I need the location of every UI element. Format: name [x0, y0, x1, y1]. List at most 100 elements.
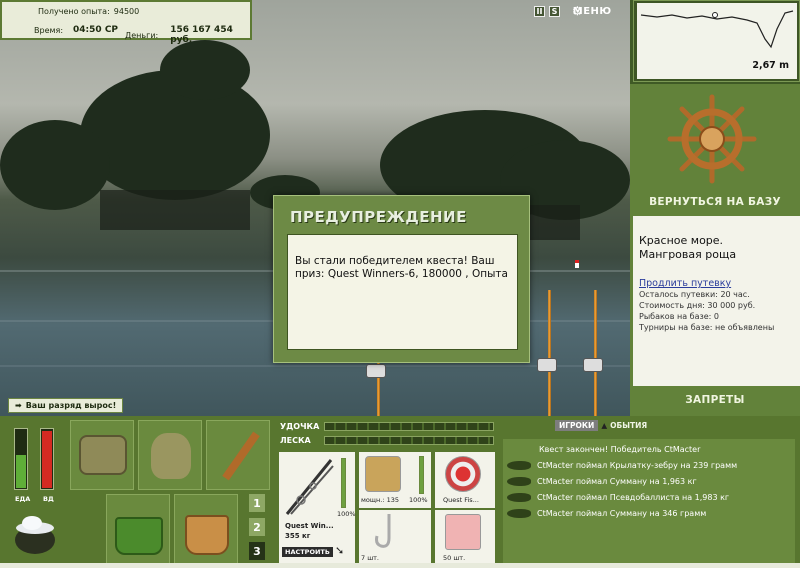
- dialog-title: ПРЕДУПРЕЖДЕНИЕ: [290, 208, 467, 226]
- top-controls: II S ⚙ МЕНЮ: [534, 4, 612, 18]
- log-tabs: ИГРОКИ ▲ ОБЫТИЯ: [555, 420, 647, 431]
- depth-panel: 2,67 m: [633, 0, 800, 82]
- time-value: 04:50 СР: [73, 25, 119, 35]
- mangrove-roots: [100, 190, 250, 230]
- fishing-rod[interactable]: [548, 290, 551, 416]
- fish-icon: [507, 509, 531, 518]
- cauldron-icon[interactable]: [10, 508, 60, 558]
- bait-count: 50 шт.: [443, 554, 466, 562]
- wooden-bucket-icon: [185, 515, 229, 555]
- vodka-meter: [40, 428, 54, 490]
- trip-remaining: Осталось путевки: 20 час.: [639, 290, 750, 299]
- rod-reel[interactable]: [537, 358, 557, 372]
- vegetable-basket-icon: [115, 517, 163, 555]
- base-panel: ВЕРНУТЬСЯ НА БАЗУ Красное море. Мангрова…: [630, 84, 800, 416]
- inventory-slot-food[interactable]: [106, 494, 170, 564]
- experience-label: Получено опыта:: [38, 7, 110, 16]
- triangle-up-icon: ▲: [601, 421, 608, 430]
- fishing-rod[interactable]: [594, 290, 597, 416]
- float-position-marker: [712, 12, 718, 18]
- log-entry-text: CtMacter поймал Псевдобаллиста на 1,983 …: [537, 493, 730, 502]
- bans-button[interactable]: ЗАПРЕТЫ: [630, 394, 800, 406]
- food-label: ЕДА: [15, 495, 31, 503]
- rod-status-row: УДОЧКА: [280, 422, 494, 431]
- log-entry: CtMacter поймал Псевдобаллиста на 1,983 …: [507, 493, 729, 502]
- food-level: [16, 455, 26, 488]
- backpack-icon: [79, 435, 127, 475]
- log-entry: CtMacter поймал Крылатку-зебру на 239 гр…: [507, 461, 737, 470]
- water-glint: [0, 365, 630, 367]
- line-card[interactable]: Quest Fis...: [435, 452, 495, 508]
- experience-value: 94500: [113, 7, 140, 16]
- hook-count: 7 шт.: [361, 554, 380, 562]
- vodka-label: ВД: [43, 495, 54, 503]
- log-entry-text: CtMacter поймал Сумману на 346 грамм: [537, 509, 707, 518]
- money-label: Деньги:: [125, 30, 159, 40]
- bait-card[interactable]: 50 шт.: [435, 510, 495, 564]
- log-entry-text: CtMacter поймал Сумману на 1,963 кг: [537, 477, 697, 486]
- line-tension-bar: [324, 436, 494, 445]
- reel-power: мощн.: 135: [361, 496, 399, 504]
- food-meter: [14, 428, 28, 490]
- arrow-down-right-icon[interactable]: ➘: [335, 544, 344, 557]
- reel-card[interactable]: мощн.: 135 100%: [359, 452, 431, 508]
- bait-icon: [445, 514, 481, 550]
- log-entry: CtMacter поймал Сумману на 346 грамм: [507, 509, 706, 518]
- rod-card[interactable]: 100% Quest Win... 355 кг НАСТРОИТЬ ➘: [279, 452, 356, 565]
- float-bobber: [575, 260, 579, 268]
- menu-button[interactable]: МЕНЮ: [573, 6, 612, 17]
- base-place: Мангровая роща: [639, 248, 737, 261]
- depth-graph: 2,67 m: [637, 3, 797, 79]
- inventory-slot-tool[interactable]: [206, 420, 270, 490]
- shovel-icon: [222, 431, 260, 481]
- log-entry-text: Квест закончен! Победитель CtMacter: [539, 445, 701, 454]
- sack-icon: [151, 433, 191, 479]
- event-log: Квест закончен! Победитель CtMacter CtMa…: [503, 439, 795, 563]
- rod-reel[interactable]: [366, 364, 386, 378]
- inventory-slot-bucket[interactable]: [174, 494, 238, 564]
- rod-reel[interactable]: [583, 358, 603, 372]
- pause-button[interactable]: II: [534, 5, 545, 17]
- line-label: ЛЕСКА: [280, 436, 311, 445]
- reel-durability-bar: [419, 456, 424, 494]
- bottom-panel: ЕДА ВД 1 2 3 УДОЧКА ЛЕСКА 100% Quest Win…: [0, 416, 800, 568]
- hook-icon: [375, 514, 391, 548]
- hook-card[interactable]: 7 шт.: [359, 510, 431, 564]
- reel-percent: 100%: [409, 496, 428, 504]
- tab-1[interactable]: 1: [249, 494, 265, 512]
- arrow-right-icon: ➡: [15, 401, 22, 410]
- rod-tension-bar: [324, 422, 494, 431]
- tab-players[interactable]: ИГРОКИ: [555, 420, 599, 431]
- vodka-level: [42, 431, 52, 488]
- inventory-slot-sack[interactable]: [138, 420, 202, 490]
- ship-wheel-icon[interactable]: [667, 94, 757, 184]
- tournaments-status: Турниры на базе: не объявлены: [639, 323, 775, 332]
- configure-button[interactable]: НАСТРОИТЬ: [282, 547, 333, 557]
- line-name: Quest Fis...: [443, 496, 479, 504]
- log-entry: CtMacter поймал Сумману на 1,963 кг: [507, 477, 697, 486]
- tab-2[interactable]: 2: [249, 518, 265, 536]
- rank-up-notification[interactable]: ➡ Ваш разряд вырос!: [8, 398, 124, 413]
- extend-trip-link[interactable]: Продлить путевку: [639, 278, 794, 289]
- warning-dialog[interactable]: ПРЕДУПРЕЖДЕНИЕ Вы стали победителем квес…: [273, 195, 530, 363]
- rod-icon: [285, 459, 334, 515]
- player-stats-panel: Получено опыта: 94500 Время: 04:50 СР Де…: [0, 0, 252, 45]
- inventory-slot-bag[interactable]: [70, 420, 134, 490]
- taskbar-strip: [0, 563, 800, 568]
- return-to-base-button[interactable]: ВЕРНУТЬСЯ НА БАЗУ: [630, 196, 800, 208]
- sound-button[interactable]: S: [549, 5, 560, 17]
- mangrove-tree: [0, 120, 110, 210]
- dialog-message: Вы стали победителем квеста! Ваш приз: Q…: [287, 234, 518, 350]
- base-info-card: Красное море. Мангровая роща Продлить пу…: [633, 216, 800, 386]
- line-status-row: ЛЕСКА: [280, 436, 494, 445]
- log-entry-text: CtMacter поймал Крылатку-зебру на 239 гр…: [537, 461, 738, 470]
- fish-icon: [507, 493, 531, 502]
- tab-3[interactable]: 3: [249, 542, 265, 560]
- log-entry: Квест закончен! Победитель CtMacter: [539, 445, 700, 454]
- rod-name: Quest Win...: [285, 522, 334, 530]
- depth-value: 2,67 m: [752, 60, 789, 71]
- reel-icon: [365, 456, 401, 492]
- tab-events[interactable]: ОБЫТИЯ: [610, 421, 647, 430]
- line-spool-icon: [445, 456, 481, 492]
- rod-label: УДОЧКА: [280, 422, 320, 431]
